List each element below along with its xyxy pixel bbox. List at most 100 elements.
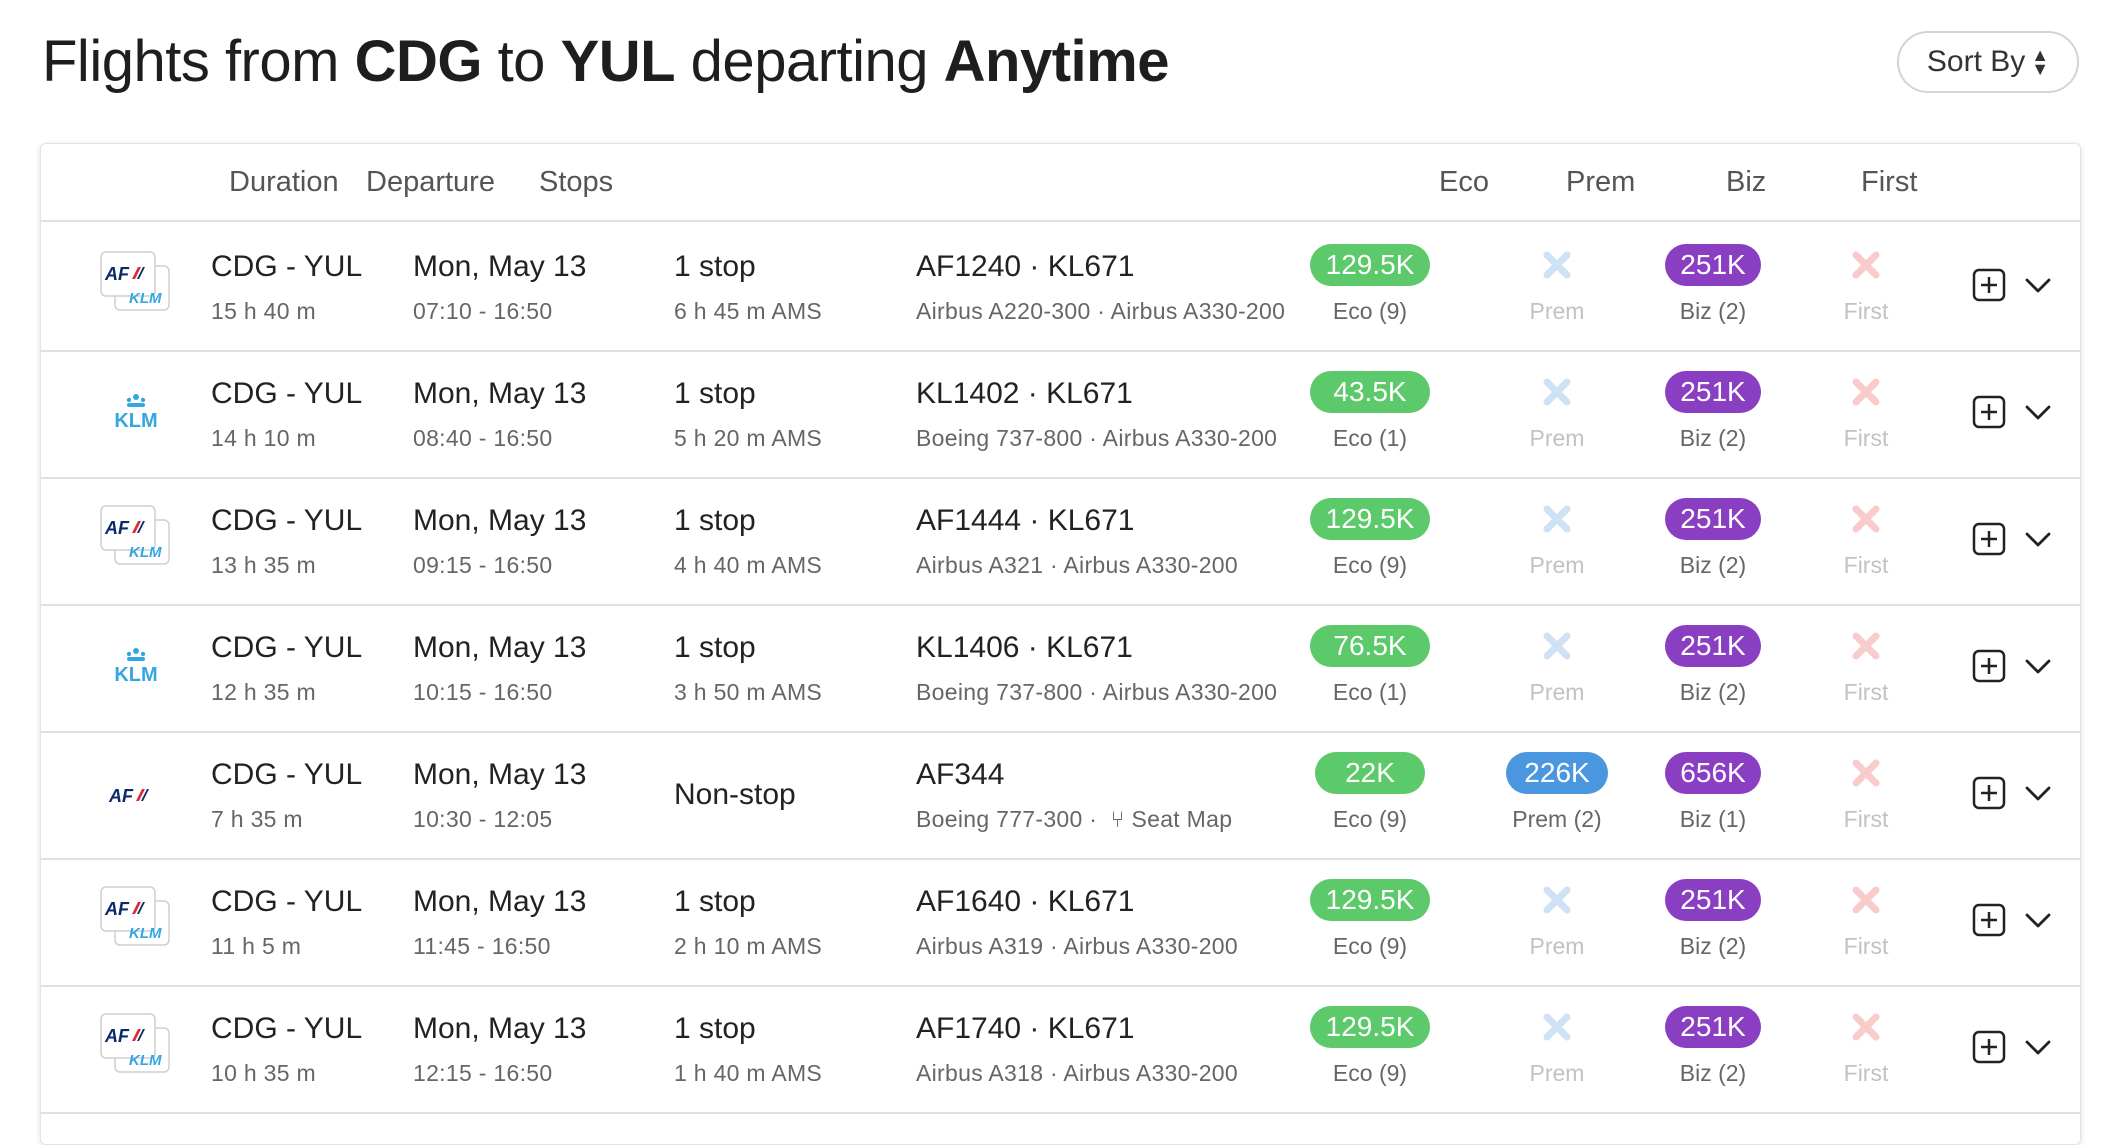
- eco-price-badge[interactable]: 129.5K: [1310, 1006, 1430, 1048]
- first-unavailable-icon: [1849, 883, 1883, 917]
- col-prem[interactable]: Prem: [1566, 166, 1635, 199]
- biz-price-badge[interactable]: 251K: [1665, 371, 1761, 413]
- stops-count: 1 stop: [674, 1012, 756, 1045]
- flight-duration: 12 h 35 m: [211, 679, 316, 705]
- add-flight-button[interactable]: [1972, 649, 2006, 683]
- biz-price-badge[interactable]: 251K: [1665, 498, 1761, 540]
- first-availability: First: [1843, 425, 1889, 451]
- biz-price-badge[interactable]: 656K: [1665, 752, 1761, 794]
- prem-availability: Prem: [1529, 933, 1585, 959]
- aircraft-info: Airbus A220-300 · Airbus A330-200: [916, 298, 1286, 324]
- flight-row[interactable]: KLM CDG - YUL 14 h 10 m Mon, May 13 08:4…: [41, 349, 2080, 479]
- expand-row-button[interactable]: [2024, 404, 2052, 422]
- departure-times: 09:15 - 16:50: [413, 552, 553, 578]
- eco-price-badge[interactable]: 129.5K: [1310, 498, 1430, 540]
- departure-times: 08:40 - 16:50: [413, 425, 553, 451]
- plus-square-icon: [1972, 1030, 2006, 1064]
- biz-availability: Biz (2): [1679, 298, 1747, 324]
- svg-text:AF: AF: [104, 518, 130, 538]
- departure-window: Anytime: [943, 29, 1170, 94]
- svg-text:KLM: KLM: [129, 544, 162, 561]
- departure-times: 07:10 - 16:50: [413, 298, 553, 324]
- expand-row-button[interactable]: [2024, 912, 2052, 930]
- flight-row[interactable]: AF KLM CDG - YUL 15 h 40 m Mon, May 13 0…: [41, 222, 2080, 352]
- flight-numbers: AF1640 · KL671: [916, 885, 1135, 918]
- prem-unavailable-icon: [1540, 629, 1574, 663]
- col-stops[interactable]: Stops: [539, 166, 613, 199]
- biz-price-badge[interactable]: 251K: [1665, 1006, 1761, 1048]
- flight-numbers: AF1444 · KL671: [916, 504, 1135, 537]
- first-availability: First: [1843, 679, 1889, 705]
- add-flight-button[interactable]: [1972, 776, 2006, 810]
- flight-row[interactable]: KLM CDG - YUL 12 h 35 m Mon, May 13 10:1…: [41, 603, 2080, 733]
- eco-availability: Eco (9): [1332, 806, 1408, 832]
- expand-row-button[interactable]: [2024, 785, 2052, 803]
- route: CDG - YUL: [211, 504, 363, 537]
- sort-by-button[interactable]: Sort By ▲ ▼: [1897, 31, 2079, 93]
- col-eco[interactable]: Eco: [1439, 166, 1489, 199]
- expand-row-button[interactable]: [2024, 531, 2052, 549]
- departure-date: Mon, May 13: [413, 1012, 587, 1045]
- flight-numbers: AF344: [916, 758, 1005, 791]
- eco-price-badge[interactable]: 129.5K: [1310, 879, 1430, 921]
- col-biz[interactable]: Biz: [1726, 166, 1766, 199]
- eco-price-badge[interactable]: 43.5K: [1310, 371, 1430, 413]
- layover-info: 3 h 50 m AMS: [674, 679, 823, 705]
- svg-text:KLM: KLM: [129, 290, 162, 307]
- first-availability: First: [1843, 298, 1889, 324]
- seat-icon: ⑂: [1110, 806, 1125, 832]
- eco-availability: Eco (9): [1332, 298, 1408, 324]
- biz-price-badge[interactable]: 251K: [1665, 879, 1761, 921]
- first-availability: First: [1843, 552, 1889, 578]
- expand-row-button[interactable]: [2024, 277, 2052, 295]
- departure-times: 10:30 - 12:05: [413, 806, 553, 832]
- layover-info: 1 h 40 m AMS: [674, 1060, 823, 1086]
- add-flight-button[interactable]: [1972, 903, 2006, 937]
- stops-count: 1 stop: [674, 885, 756, 918]
- prem-availability: Prem: [1529, 552, 1585, 578]
- departure-date: Mon, May 13: [413, 885, 587, 918]
- first-unavailable-icon: [1849, 375, 1883, 409]
- add-flight-button[interactable]: [1972, 522, 2006, 556]
- first-unavailable-icon: [1849, 629, 1883, 663]
- seat-map-link[interactable]: Seat Map: [1131, 806, 1232, 832]
- eco-price-badge[interactable]: 129.5K: [1310, 244, 1430, 286]
- flight-duration: 11 h 5 m: [211, 933, 302, 959]
- col-first[interactable]: First: [1861, 166, 1917, 199]
- destination-code: YUL: [560, 29, 676, 94]
- plus-square-icon: [1972, 522, 2006, 556]
- departure-date: Mon, May 13: [413, 250, 587, 283]
- chevron-down-icon: [2025, 278, 2051, 293]
- prem-availability: Prem: [1529, 679, 1585, 705]
- biz-price-badge[interactable]: 251K: [1665, 625, 1761, 667]
- flight-row[interactable]: AF KLM CDG - YUL 13 h 35 m Mon, May 13 0…: [41, 476, 2080, 606]
- flight-row[interactable]: AF KLM CDG - YUL 10 h 35 m Mon, May 13 1…: [41, 984, 2080, 1114]
- prem-price-badge[interactable]: 226K: [1506, 752, 1608, 794]
- stops-count: 1 stop: [674, 377, 756, 410]
- eco-availability: Eco (1): [1332, 679, 1408, 705]
- expand-row-button[interactable]: [2024, 658, 2052, 676]
- flight-duration: 7 h 35 m: [211, 806, 303, 832]
- flight-row[interactable]: AF CDG - YUL 7 h 35 m Mon, May 13 10:30 …: [41, 730, 2080, 860]
- biz-price-badge[interactable]: 251K: [1665, 244, 1761, 286]
- svg-text:AF: AF: [104, 1026, 130, 1046]
- expand-row-button[interactable]: [2024, 1039, 2052, 1057]
- eco-price-badge[interactable]: 22K: [1315, 752, 1425, 794]
- aircraft-info: Boeing 777-300 · ⑂ Seat Map: [916, 806, 1233, 832]
- route: CDG - YUL: [211, 631, 363, 664]
- flight-numbers: KL1402 · KL671: [916, 377, 1133, 410]
- klm-logo: KLM: [99, 377, 173, 451]
- col-duration[interactable]: Duration: [229, 166, 339, 199]
- col-departure[interactable]: Departure: [366, 166, 495, 199]
- add-flight-button[interactable]: [1972, 395, 2006, 429]
- add-flight-button[interactable]: [1972, 1030, 2006, 1064]
- flight-row[interactable]: AF KLM CDG - YUL 11 h 5 m Mon, May 13 11…: [41, 857, 2080, 987]
- eco-price-badge[interactable]: 76.5K: [1310, 625, 1430, 667]
- flight-results-table: Duration Departure Stops Eco Prem Biz Fi…: [40, 143, 2081, 1145]
- add-flight-button[interactable]: [1972, 268, 2006, 302]
- flight-numbers: AF1740 · KL671: [916, 1012, 1135, 1045]
- biz-availability: Biz (2): [1679, 679, 1747, 705]
- first-availability: First: [1843, 806, 1889, 832]
- stops-count: 1 stop: [674, 631, 756, 664]
- svg-text:KLM: KLM: [114, 410, 157, 432]
